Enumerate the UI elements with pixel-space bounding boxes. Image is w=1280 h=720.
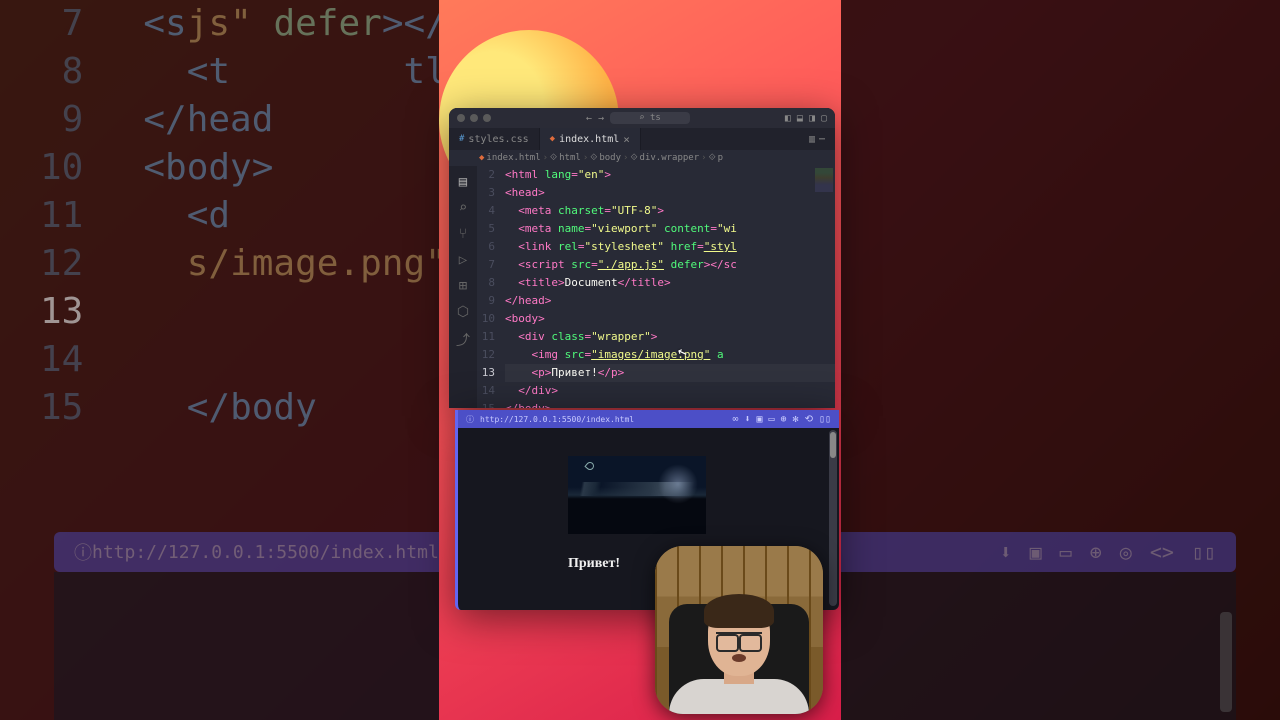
globe-icon: ⊕ [1090, 540, 1102, 564]
tab-label: styles.css [468, 134, 528, 145]
testing-icon[interactable]: ⬡ [457, 304, 469, 320]
split-icon[interactable]: ▯▯ [819, 414, 831, 425]
command-center[interactable]: ⌕ ts [610, 112, 690, 124]
camera-icon[interactable]: ▣ [756, 414, 762, 425]
download-icon[interactable]: ⬇ [744, 414, 750, 425]
extensions-icon[interactable]: ⊞ [459, 278, 467, 294]
editor-tabs: # styles.css ◆ index.html × ▥ ⋯ [449, 128, 835, 150]
html-file-icon: ◆ [550, 134, 555, 144]
vscode-window[interactable]: ← → ⌕ ts ◧ ⬓ ◨ ▢ # styles.css ◆ index.ht… [449, 108, 835, 408]
maximize-icon[interactable] [483, 114, 491, 122]
code-editor[interactable]: 2 3 4 5 6 7 8 9 10 11 12 13 14 15 <html … [477, 166, 835, 408]
code-content[interactable]: <html lang="en"> <head> <meta charset="U… [505, 166, 835, 408]
preview-url[interactable]: http://127.0.0.1:5500/index.html [480, 415, 726, 424]
phone-crop-region: ← → ⌕ ts ◧ ⬓ ◨ ▢ # styles.css ◆ index.ht… [439, 0, 841, 720]
html-file-icon: ◆ [479, 153, 484, 163]
share-icon[interactable]: ⤴ [456, 330, 470, 350]
layout-bottom-icon[interactable]: ⬓ [797, 113, 803, 124]
layout-full-icon[interactable]: ▢ [821, 113, 827, 124]
tab-styles-css[interactable]: # styles.css [449, 128, 540, 150]
vscode-titlebar[interactable]: ← → ⌕ ts ◧ ⬓ ◨ ▢ [449, 108, 835, 128]
background-scrollbar [1220, 612, 1232, 712]
inspect-icon[interactable]: ⟲ [805, 414, 813, 425]
download-icon: ⬇ [1000, 540, 1012, 564]
preview-image [568, 456, 706, 534]
preview-toolbar: ⓘ http://127.0.0.1:5500/index.html ∞ ⬇ ▣… [458, 410, 839, 428]
preview-scrollbar[interactable] [829, 430, 837, 606]
layout-left-icon[interactable]: ◧ [785, 113, 791, 124]
search-icon[interactable]: ⌕ [459, 200, 467, 216]
tab-actions[interactable]: ▥ ⋯ [799, 128, 835, 150]
breadcrumb[interactable]: ◆ index.html› ⟐html› ⟐body› ⟐div.wrapper… [449, 150, 835, 166]
globe-icon[interactable]: ⊕ [781, 414, 787, 425]
presenter-webcam [655, 546, 823, 714]
split-icon: ▯▯ [1192, 540, 1216, 564]
run-debug-icon[interactable]: ▷ [459, 252, 467, 268]
gear-icon[interactable]: ✻ [793, 414, 799, 425]
tab-index-html[interactable]: ◆ index.html × [540, 128, 641, 150]
line-gutter: 2 3 4 5 6 7 8 9 10 11 12 13 14 15 [477, 166, 505, 408]
info-icon[interactable]: ⓘ [466, 414, 474, 425]
split-editor-icon[interactable]: ▥ [809, 134, 815, 145]
background-url: http://127.0.0.1:5500/index.html [92, 542, 439, 563]
explorer-icon[interactable]: ▤ [459, 174, 467, 190]
camera-icon: ▣ [1030, 540, 1042, 564]
css-file-icon: # [459, 134, 464, 144]
nav-back-icon[interactable]: ← [586, 113, 592, 124]
source-control-icon[interactable]: ⑂ [459, 226, 467, 242]
code-icon: <> [1150, 540, 1174, 564]
tab-close-icon[interactable]: × [623, 133, 630, 146]
close-icon[interactable] [457, 114, 465, 122]
minimize-icon[interactable] [470, 114, 478, 122]
layout-right-icon[interactable]: ◨ [809, 113, 815, 124]
target-icon: ◎ [1120, 540, 1132, 564]
activity-bar: ▤ ⌕ ⑂ ▷ ⊞ ⬡ ⤴ [449, 166, 477, 408]
minimap[interactable] [815, 168, 833, 192]
device-icon[interactable]: ▭ [768, 414, 774, 425]
tab-label: index.html [559, 134, 619, 145]
more-icon[interactable]: ⋯ [819, 134, 825, 145]
link-icon[interactable]: ∞ [732, 414, 738, 425]
nav-fwd-icon[interactable]: → [598, 113, 604, 124]
device-icon: ▭ [1060, 540, 1072, 564]
